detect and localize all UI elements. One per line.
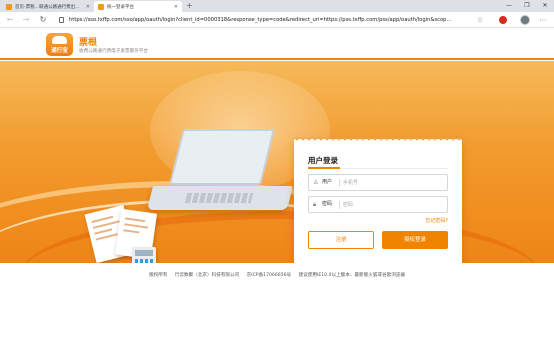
divider <box>339 201 340 209</box>
footer-browser-tip: 建议使用IE10.0以上版本、最新版火狐或谷歌浏览器 <box>298 273 405 278</box>
tab-title: 首页-票税…联通公路通行费出… <box>15 4 80 10</box>
page-footer: 版权所有 行云数聚（北京）科技有限公司 京ICP备17066656号 建议使用I… <box>0 266 554 286</box>
lock-icon <box>59 17 64 23</box>
forward-icon[interactable]: → <box>20 12 32 28</box>
username-field[interactable]: ♙ 用户 <box>308 174 448 191</box>
site-favicon-icon <box>98 3 104 10</box>
login-title: 用户登录 <box>308 156 338 165</box>
footer-copyright: 版权所有 <box>149 273 168 278</box>
calculator-illustration <box>132 247 156 263</box>
password-label: 密码 <box>322 201 333 207</box>
more-menu-icon[interactable]: ⋯ <box>537 12 549 28</box>
user-icon: ♙ <box>313 179 319 186</box>
brand-logo: 通行宝 <box>46 33 73 56</box>
brand-subtitle: 收费公路通行费电子发票服务平台 <box>79 49 148 54</box>
profile-avatar[interactable] <box>520 15 530 25</box>
maximize-icon[interactable]: ❐ <box>518 0 536 12</box>
brand-name: 票根 <box>79 38 98 48</box>
logo-text: 通行宝 <box>51 48 68 54</box>
close-window-icon[interactable]: ✕ <box>536 0 554 12</box>
close-icon[interactable]: ✕ <box>86 4 90 10</box>
title-underline <box>308 167 340 169</box>
forgot-password-link[interactable]: 忘记密码? <box>425 217 448 224</box>
lock-icon: 🔒︎ <box>313 201 317 208</box>
site-favicon-icon <box>6 3 12 10</box>
username-input[interactable] <box>343 176 443 189</box>
password-field[interactable]: 🔒︎ 密码 <box>308 196 448 213</box>
hero-banner: 用户登录 ♙ 用户 🔒︎ 密码 忘记密码? 注册 授权登录 <box>0 61 554 263</box>
login-card: 用户登录 ♙ 用户 🔒︎ 密码 忘记密码? 注册 授权登录 <box>294 137 462 263</box>
new-tab-icon[interactable]: + <box>186 1 193 11</box>
register-button[interactable]: 注册 <box>308 231 374 249</box>
keyboard-keys-illustration <box>184 193 254 203</box>
footer-icp[interactable]: 京ICP备17066656号 <box>247 273 292 278</box>
browser-tab[interactable]: 首页-票税…联通公路通行费出… ✕ <box>2 1 94 12</box>
favorite-star-icon[interactable]: ☆ <box>474 12 486 28</box>
reload-icon[interactable]: ↻ <box>37 12 49 28</box>
minimize-icon[interactable]: — <box>500 0 518 12</box>
tab-title: 统一登录平台 <box>107 4 134 10</box>
back-icon[interactable]: ← <box>4 12 16 28</box>
browser-tab-active[interactable]: 统一登录平台 ✕ <box>94 1 182 12</box>
password-input[interactable] <box>343 198 443 211</box>
url-field[interactable]: https://sso.txffp.com/sso/app/oauth/logi… <box>69 12 474 28</box>
address-bar: ← → ↻ https://sso.txffp.com/sso/app/oaut… <box>0 12 554 28</box>
browser-tab-bar: 首页-票税…联通公路通行费出… ✕ 统一登录平台 ✕ + — ❐ ✕ <box>0 0 554 12</box>
laptop-illustration <box>169 129 275 185</box>
adblock-extension-icon[interactable] <box>499 16 507 24</box>
authorize-login-button[interactable]: 授权登录 <box>382 231 448 249</box>
footer-company: 行云数聚（北京）科技有限公司 <box>174 273 240 278</box>
cloud-icon <box>52 36 67 44</box>
close-icon[interactable]: ✕ <box>174 4 178 10</box>
divider <box>339 179 340 187</box>
site-header: 通行宝 票根 收费公路通行费电子发票服务平台 <box>0 28 554 60</box>
username-label: 用户 <box>322 179 333 185</box>
